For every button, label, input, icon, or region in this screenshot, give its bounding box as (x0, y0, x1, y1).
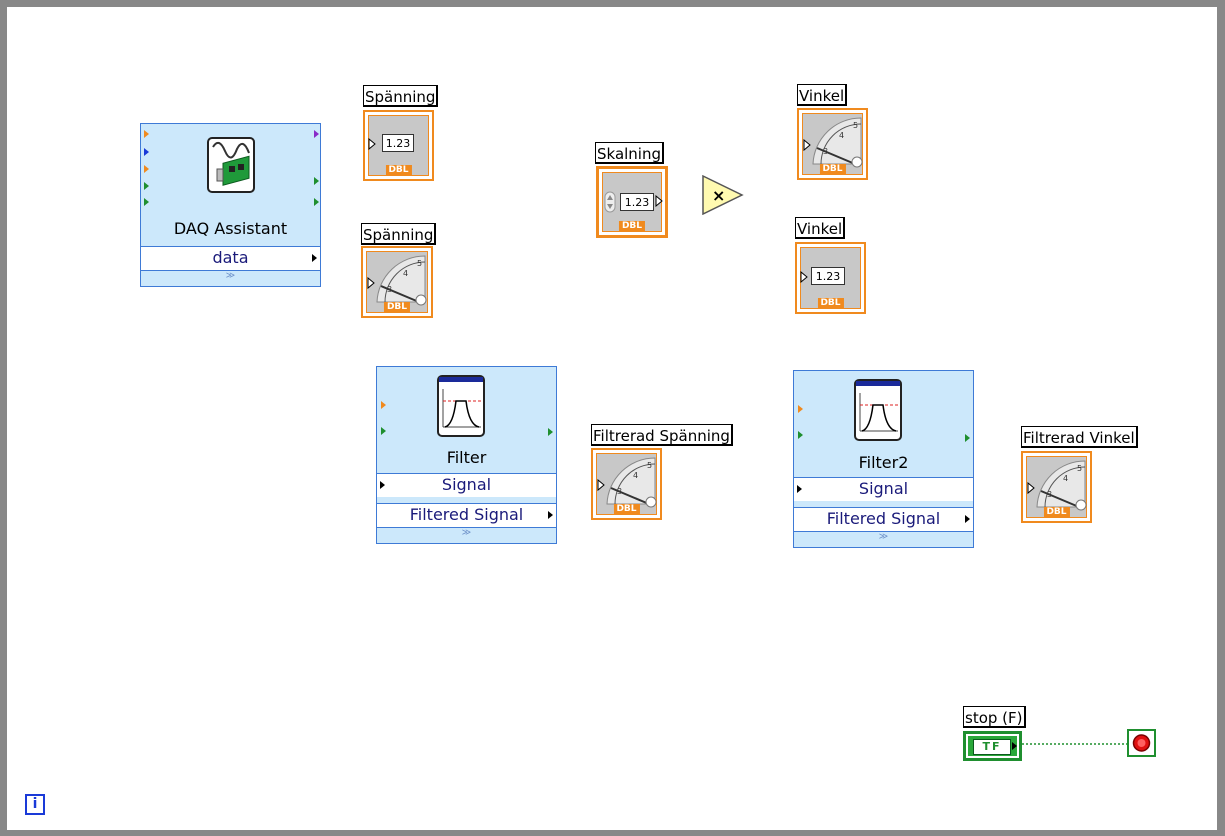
terminal-input-green[interactable] (798, 431, 803, 439)
svg-text:4: 4 (1063, 474, 1068, 483)
dbl-type-badge: DBL (618, 221, 646, 232)
filter-filtered-signal-terminal[interactable]: Filtered Signal (377, 503, 556, 527)
stop-sign-icon (1132, 734, 1151, 752)
daq-card-icon (207, 137, 255, 193)
label-spanning-numeric[interactable]: Spänning (363, 85, 439, 107)
dbl-type-badge: DBL (613, 504, 640, 515)
label-vinkel-gauge[interactable]: Vinkel (797, 84, 848, 106)
svg-text:4: 4 (839, 131, 844, 140)
terminal-input-orange[interactable] (798, 405, 803, 413)
dbl-type-badge: DBL (819, 164, 846, 175)
terminal-input-blue[interactable] (144, 148, 149, 156)
gauge-icon: 3 4 5 (367, 255, 427, 306)
label-stop[interactable]: stop (F) (963, 706, 1026, 728)
spanning-numeric-indicator[interactable]: 1.23 DBL (363, 110, 434, 181)
svg-text:4: 4 (403, 269, 408, 278)
filter-row-label: Filtered Signal (409, 505, 524, 524)
bandpass-filter-icon (854, 379, 902, 441)
daq-assistant-node[interactable]: DAQ Assistant data ≫ (140, 123, 321, 287)
iteration-symbol: i (32, 796, 38, 812)
loop-condition-terminal[interactable] (1127, 729, 1156, 757)
filtrerad-vinkel-gauge-indicator[interactable]: 3 4 5 DBL (1021, 451, 1092, 523)
iteration-terminal[interactable]: i (25, 794, 45, 815)
output-arrow-icon (965, 515, 970, 523)
svg-text:5: 5 (647, 461, 652, 470)
numeric-value-display[interactable]: 1.23 (620, 193, 654, 211)
dbl-type-badge: DBL (1043, 507, 1070, 518)
terminal-input-green[interactable] (144, 198, 149, 206)
filter2-node[interactable]: Filter2 Signal Filtered Signal ≫ (793, 370, 974, 548)
numeric-value-display: 1.23 (382, 134, 414, 152)
terminal-output-green[interactable] (965, 434, 970, 442)
terminal-input-orange[interactable] (144, 165, 149, 173)
dbl-type-badge: DBL (383, 302, 411, 313)
terminal-output-green[interactable] (548, 428, 553, 436)
expand-chevron-icon[interactable]: ≫ (141, 270, 320, 284)
terminal-input-orange[interactable] (144, 130, 149, 138)
filter-signal-terminal[interactable]: Signal (377, 473, 556, 497)
filtrerad-spanning-gauge-indicator[interactable]: 3 4 5 DBL (591, 448, 662, 520)
terminal-output-green[interactable] (314, 177, 319, 185)
multiply-symbol: × (712, 186, 725, 205)
output-arrow-icon (548, 511, 553, 519)
filter2-row-label: Signal (858, 479, 909, 498)
filter2-title: Filter2 (858, 453, 909, 472)
terminal-input-green[interactable] (381, 427, 386, 435)
filter2-signal-terminal[interactable]: Signal (794, 477, 973, 501)
spanning-gauge-indicator[interactable]: 3 4 5 DBL (361, 246, 433, 318)
daq-title: DAQ Assistant (173, 219, 288, 238)
terminal-input-green[interactable] (144, 182, 149, 190)
input-arrow-icon (797, 485, 802, 493)
input-arrow-icon (380, 481, 385, 489)
gauge-icon: 3 4 5 (597, 457, 657, 508)
filter-row-label: Signal (441, 475, 492, 494)
label-skalning[interactable]: Skalning (595, 142, 665, 164)
multiply-node[interactable]: × (702, 175, 744, 215)
filter2-filtered-signal-terminal[interactable]: Filtered Signal (794, 507, 973, 531)
label-spanning-gauge[interactable]: Spänning (361, 223, 437, 245)
filter-node[interactable]: Filter Signal Filtered Signal ≫ (376, 366, 557, 544)
gauge-icon: 3 4 5 (1027, 460, 1087, 511)
bandpass-filter-icon (437, 375, 485, 437)
dbl-type-badge: DBL (385, 165, 412, 176)
output-arrow-icon (312, 254, 317, 262)
expand-chevron-icon[interactable]: ≫ (794, 531, 973, 545)
increment-decrement-icon[interactable] (604, 191, 616, 213)
tf-constant-label: TF (973, 739, 1011, 755)
daq-data-terminal[interactable]: data (141, 246, 320, 270)
filter-title: Filter (446, 448, 487, 467)
svg-text:5: 5 (853, 121, 858, 130)
expand-chevron-icon[interactable]: ≫ (377, 527, 556, 541)
vinkel-gauge-indicator[interactable]: 3 4 5 DBL (797, 108, 868, 180)
svg-text:5: 5 (1077, 464, 1082, 473)
skalning-numeric-control[interactable]: 1.23 DBL (596, 166, 668, 238)
boolean-wire[interactable] (1022, 738, 1128, 750)
label-filtrerad-spanning[interactable]: Filtrerad Spänning (591, 424, 733, 446)
stop-boolean-control[interactable]: TF (963, 731, 1022, 761)
numeric-value-display: 1.23 (811, 267, 845, 285)
terminal-output-purple[interactable] (314, 130, 319, 138)
terminal-output-green[interactable] (314, 198, 319, 206)
label-filtrerad-vinkel[interactable]: Filtrerad Vinkel (1021, 426, 1138, 448)
dbl-type-badge: DBL (817, 298, 844, 309)
gauge-icon: 3 4 5 (803, 117, 863, 168)
svg-text:5: 5 (417, 259, 422, 268)
output-arrow-icon (1012, 742, 1017, 750)
vinkel-numeric-indicator[interactable]: 1.23 DBL (795, 242, 866, 314)
terminal-input-orange[interactable] (381, 401, 386, 409)
filter2-row-label: Filtered Signal (826, 509, 941, 528)
daq-row-label: data (212, 248, 249, 267)
svg-text:4: 4 (633, 471, 638, 480)
label-vinkel-numeric[interactable]: Vinkel (795, 217, 846, 239)
